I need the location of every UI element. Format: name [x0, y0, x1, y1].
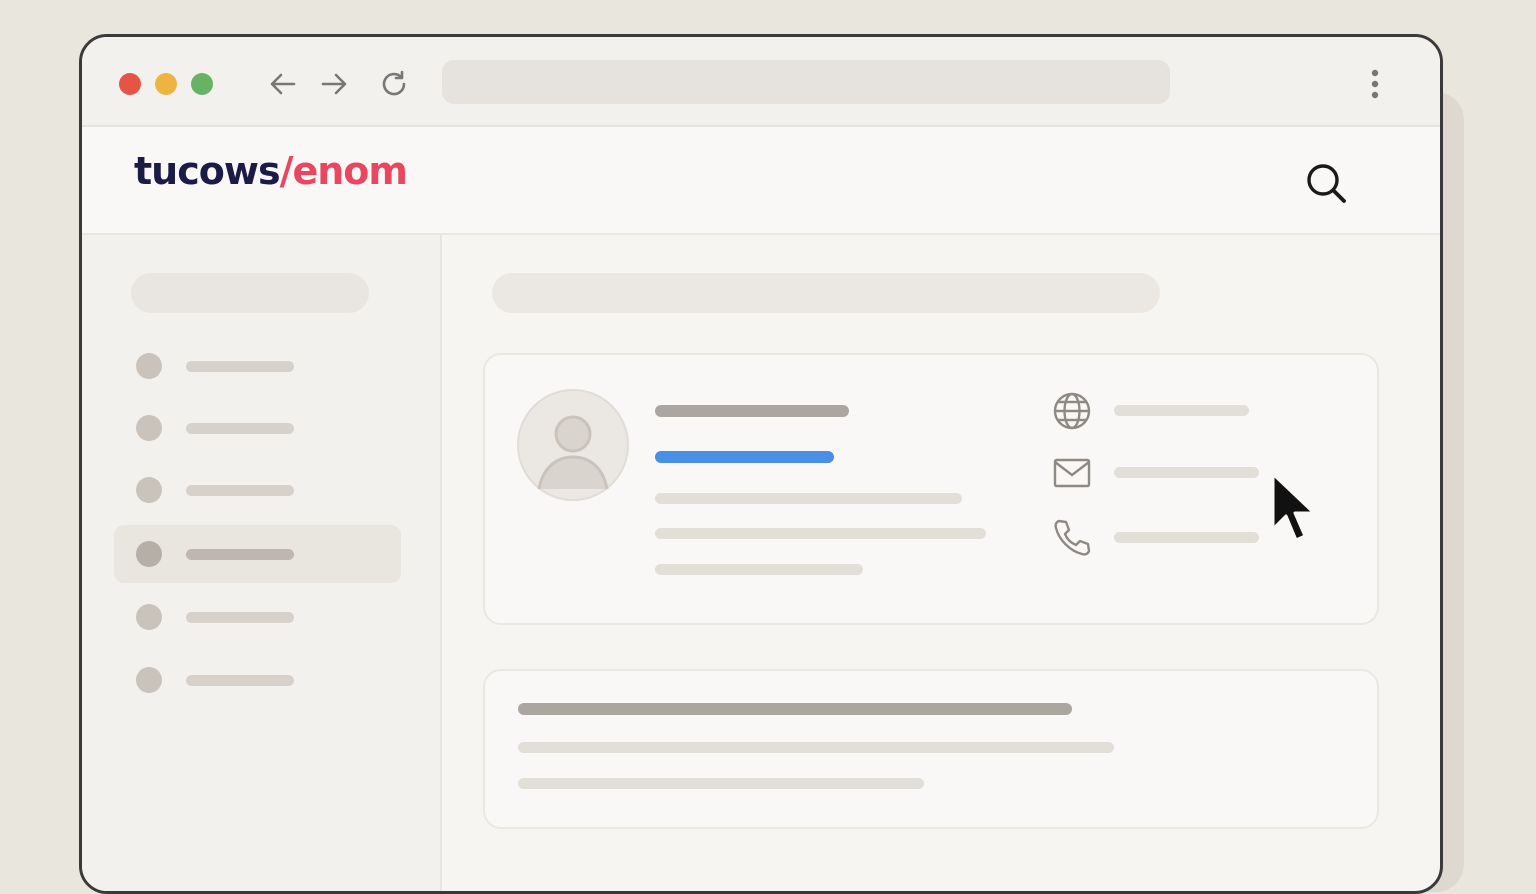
logo-part-tucows: tucows — [134, 149, 281, 193]
search-icon[interactable] — [1304, 161, 1350, 207]
sidebar-item-icon — [136, 604, 162, 630]
phone-placeholder — [1114, 532, 1259, 543]
sidebar-item-label-placeholder — [186, 612, 294, 623]
sidebar-item-label-placeholder — [186, 675, 294, 686]
browser-toolbar — [82, 37, 1440, 127]
details-line — [518, 742, 1114, 753]
details-heading-placeholder — [518, 703, 1072, 715]
phone-icon[interactable] — [1052, 517, 1092, 557]
mail-icon[interactable] — [1052, 453, 1092, 493]
sidebar-item-4-active[interactable] — [114, 525, 401, 583]
forward-arrow-icon[interactable] — [319, 69, 349, 99]
profile-detail-line — [655, 493, 962, 504]
sidebar-item-label-placeholder — [186, 485, 294, 496]
sidebar-item-2[interactable] — [114, 399, 401, 457]
sidebar — [82, 235, 442, 891]
sidebar-item-6[interactable] — [114, 651, 401, 709]
profile-card — [483, 353, 1379, 625]
logo-part-enom: /enom — [279, 149, 408, 193]
tucows-enom-logo[interactable]: tucows/enom — [134, 149, 408, 193]
sidebar-item-icon — [136, 477, 162, 503]
back-arrow-icon[interactable] — [268, 69, 298, 99]
sidebar-item-5[interactable] — [114, 588, 401, 646]
reload-icon[interactable] — [379, 69, 409, 99]
site-header: tucows/enom — [82, 127, 1440, 235]
browser-window: tucows/enom — [79, 34, 1443, 894]
details-card — [483, 669, 1379, 829]
main-content — [442, 235, 1440, 891]
minimize-window-button[interactable] — [155, 73, 177, 95]
sidebar-item-label-placeholder — [186, 361, 294, 372]
sidebar-item-icon — [136, 415, 162, 441]
website-placeholder — [1114, 405, 1249, 416]
mouse-cursor-icon — [1268, 470, 1320, 544]
avatar-icon — [517, 389, 629, 501]
sidebar-search-placeholder[interactable] — [131, 273, 369, 313]
profile-name-placeholder — [655, 405, 849, 417]
sidebar-item-3[interactable] — [114, 461, 401, 519]
sidebar-item-label-placeholder — [186, 549, 294, 560]
sidebar-item-icon — [136, 541, 162, 567]
maximize-window-button[interactable] — [191, 73, 213, 95]
close-window-button[interactable] — [119, 73, 141, 95]
sidebar-item-icon — [136, 353, 162, 379]
sidebar-item-label-placeholder — [186, 423, 294, 434]
page-title-placeholder — [492, 273, 1160, 313]
address-bar-input[interactable] — [442, 60, 1170, 104]
sidebar-item-1[interactable] — [114, 337, 401, 395]
details-line — [518, 778, 924, 789]
profile-detail-line — [655, 528, 986, 539]
kebab-menu-icon[interactable] — [1360, 67, 1390, 101]
globe-icon[interactable] — [1052, 391, 1092, 431]
profile-link-placeholder[interactable] — [655, 451, 834, 463]
sidebar-item-icon — [136, 667, 162, 693]
profile-detail-line — [655, 564, 863, 575]
email-placeholder — [1114, 467, 1259, 478]
